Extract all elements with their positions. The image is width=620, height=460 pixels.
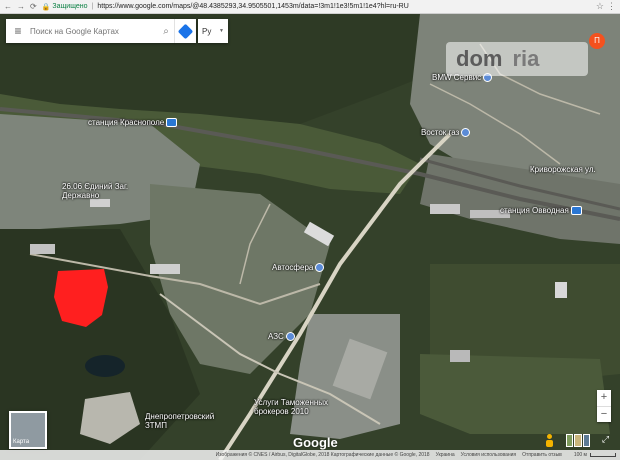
browser-address-bar: ← → ⟳ 🔒 Защищено | https://www.google.co… — [0, 0, 620, 14]
forward-arrow-icon[interactable]: → — [17, 2, 25, 11]
zoom-control: + − — [597, 390, 611, 422]
place-pin-icon — [461, 128, 471, 138]
label-text: станция Овводная — [500, 206, 569, 215]
bookmark-star-icon[interactable]: ☆ — [596, 1, 604, 12]
gas-station-icon — [285, 332, 295, 342]
feedback-link[interactable]: Отправить отзыв — [522, 452, 562, 458]
label-text: 26.06 Єдиний Заг. Державно — [62, 182, 129, 200]
zoom-in-button[interactable]: + — [597, 390, 611, 406]
search-icon[interactable]: ⌕ — [158, 26, 174, 37]
map-footer: Изображения © CNES / Airbus, DigitalGlob… — [0, 450, 620, 460]
expand-icon[interactable]: ⤢ — [600, 434, 611, 445]
country-link[interactable]: Украина — [436, 452, 455, 458]
watermark-dom: dom — [456, 46, 503, 71]
language-select[interactable]: Ру ▼ — [198, 19, 228, 43]
avatar[interactable]: П — [589, 33, 605, 49]
map-type-toggle[interactable]: Карта — [9, 411, 47, 449]
highlighted-plot — [54, 269, 108, 327]
label-text: Днепропетровский ЗТМП — [145, 412, 215, 430]
label-vostok-gaz[interactable]: Восток газ — [421, 128, 471, 138]
language-value: Ру — [202, 26, 212, 36]
chevron-down-icon: ▼ — [219, 28, 224, 34]
pegman-icon[interactable] — [545, 434, 554, 448]
watermark-ria: ria — [512, 46, 540, 71]
label-text: станция Краснополе — [88, 118, 165, 127]
scale-bar — [590, 452, 616, 457]
label-krivorozhskaya: Криворожская ул. — [530, 165, 596, 174]
reload-icon[interactable]: ⟳ — [30, 2, 37, 11]
satellite-map[interactable]: ≡ ⌕ Ру ▼ dom ria П станция Краснополе BM… — [0, 14, 620, 460]
label-zhilmassiv[interactable]: 26.06 Єдиний Заг. Державно — [62, 182, 142, 200]
scale-label: 100 м — [568, 452, 616, 458]
label-text: Услуги Таможенных брокеров 2010 — [254, 398, 329, 416]
label-azs[interactable]: АЗС — [268, 332, 295, 342]
label-avtosfera[interactable]: Автосфера — [272, 263, 325, 273]
label-dnepr-zavod[interactable]: Днепропетровский ЗТМП — [145, 412, 225, 430]
imagery-layers-icon[interactable] — [566, 434, 590, 447]
browser-menu-icon[interactable]: ⋮ — [607, 1, 616, 12]
place-pin-icon — [315, 263, 325, 273]
url-text[interactable]: https://www.google.com/maps/@48.4385293,… — [97, 3, 408, 10]
search-input[interactable] — [30, 26, 158, 36]
map-imagery — [0, 14, 620, 460]
imagery-credit: Изображения © CNES / Airbus, DigitalGlob… — [215, 452, 430, 458]
label-text: Автосфера — [272, 263, 314, 272]
secure-label: Защищено — [52, 3, 88, 10]
train-station-icon — [166, 118, 178, 128]
back-arrow-icon[interactable]: ← — [4, 2, 12, 11]
google-logo: Google — [293, 435, 338, 450]
label-station-ovodnaya[interactable]: станция Овводная — [500, 206, 582, 216]
label-text: Восток газ — [421, 128, 460, 137]
train-station-icon — [570, 206, 582, 216]
search-box: ≡ ⌕ — [6, 19, 196, 43]
domria-watermark: dom ria — [446, 42, 588, 76]
label-text: АЗС — [268, 332, 284, 341]
map-type-label: Карта — [13, 439, 30, 445]
hamburger-menu-icon[interactable]: ≡ — [6, 24, 30, 38]
terms-link[interactable]: Условия использования — [461, 452, 517, 458]
label-station-krasnopolye[interactable]: станция Краснополе — [88, 118, 178, 128]
lock-icon[interactable]: 🔒 — [42, 3, 51, 11]
zoom-out-button[interactable]: − — [597, 406, 611, 422]
label-customs[interactable]: Услуги Таможенных брокеров 2010 — [254, 398, 344, 416]
directions-icon — [177, 23, 194, 39]
directions-button[interactable] — [174, 19, 196, 43]
url-separator: | — [91, 3, 94, 10]
label-text: Криворожская ул. — [530, 165, 596, 174]
